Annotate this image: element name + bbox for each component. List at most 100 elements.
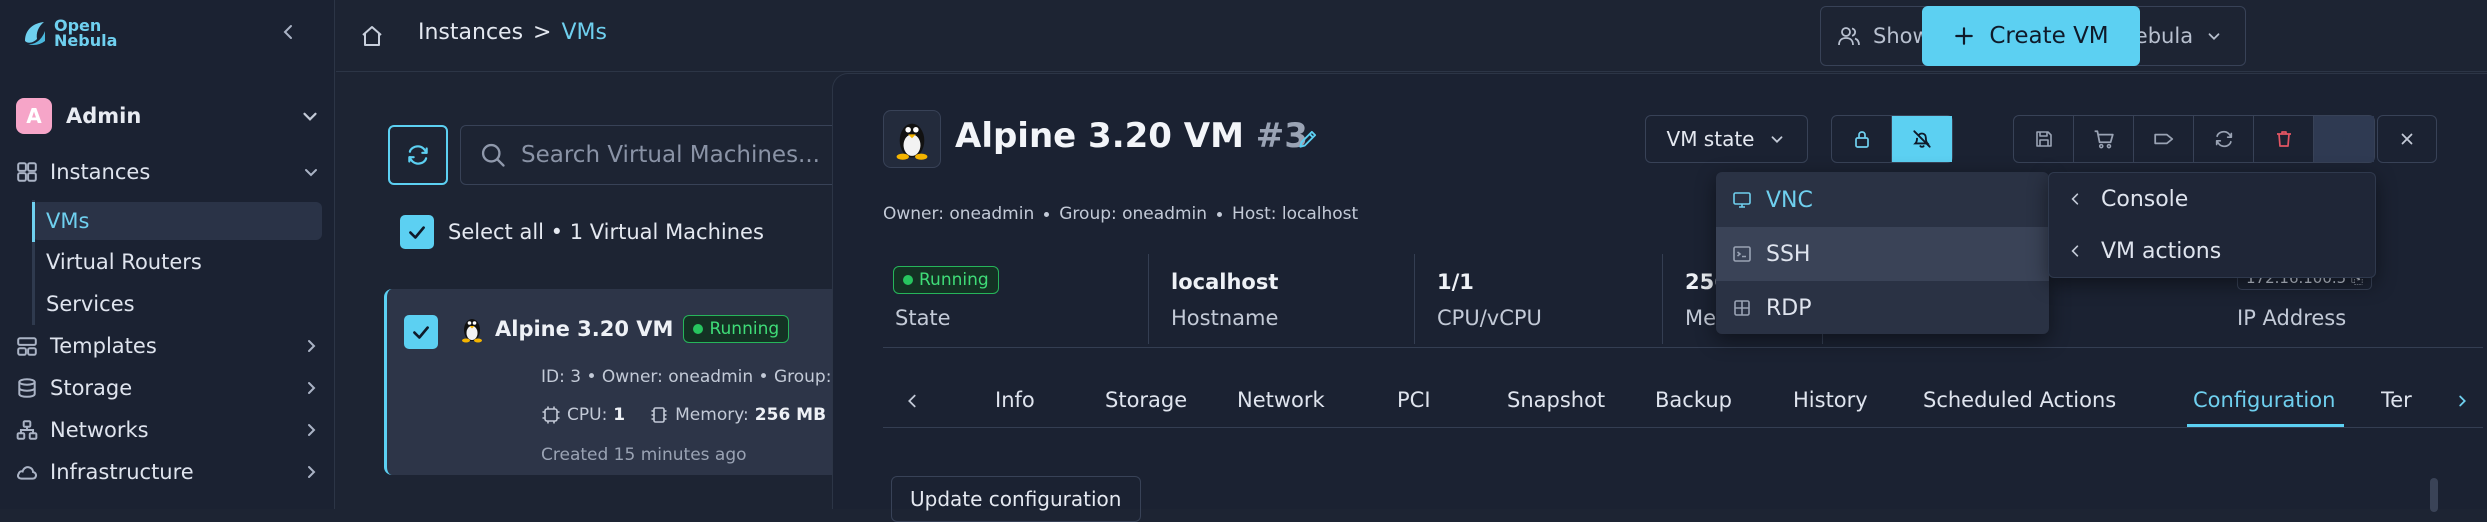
- grid-icon: [17, 162, 37, 182]
- vm-title: Alpine 3.20 VM #3: [955, 116, 1308, 156]
- scrollbar[interactable]: [2430, 478, 2438, 512]
- status-badge: Running: [683, 315, 790, 343]
- chevron-left-icon: [2071, 245, 2079, 257]
- tabs-scroll-right[interactable]: [2453, 392, 2471, 410]
- save-icon: [2035, 131, 2052, 147]
- tab-snapshot[interactable]: Snapshot: [1507, 388, 1605, 412]
- bell-off-icon: [1913, 130, 1931, 148]
- sidebar-item-infrastructure[interactable]: Infrastructure: [16, 453, 321, 491]
- vm-card-name: Alpine 3.20 VM: [495, 317, 674, 341]
- tab-info[interactable]: Info: [995, 388, 1035, 412]
- network-icon: [16, 420, 38, 440]
- sidebar-item-vms[interactable]: VMs: [32, 202, 322, 240]
- tab-template[interactable]: Ter: [2381, 388, 2425, 412]
- breadcrumb-instances[interactable]: Instances: [418, 20, 523, 45]
- user-menu[interactable]: A Admin: [16, 96, 321, 136]
- vm-card[interactable]: Alpine 3.20 VM Running ID: 3 • Owner: on…: [384, 289, 922, 475]
- save-button[interactable]: [2014, 116, 2074, 162]
- tab-storage[interactable]: Storage: [1105, 388, 1187, 412]
- chevron-right-icon: [308, 382, 316, 394]
- select-all-checkbox[interactable]: [400, 215, 434, 249]
- more-actions-button[interactable]: [2314, 116, 2374, 162]
- sidebar-item-storage[interactable]: Storage: [16, 369, 321, 407]
- state-label: State: [895, 306, 951, 330]
- info-cpu: 1/1 CPU/vCPU: [1415, 254, 1663, 344]
- tab-network[interactable]: Network: [1237, 388, 1325, 412]
- owner-text: Owner: oneadmin: [883, 204, 1035, 224]
- menu-item-console[interactable]: Console: [2049, 173, 2375, 225]
- group-text: Group: oneadmin: [1059, 204, 1208, 224]
- opennebula-logo-icon: [25, 22, 45, 45]
- sidebar: Open Nebula A Admin Instances VMs Virtua…: [0, 0, 335, 509]
- reload-button[interactable]: [2194, 116, 2254, 162]
- select-all-label: Select all • 1 Virtual Machines: [448, 220, 764, 244]
- tab-backup[interactable]: Backup: [1655, 388, 1732, 412]
- sidebar-item-services[interactable]: Services: [32, 285, 322, 323]
- update-configuration-button[interactable]: Update configuration: [891, 476, 1141, 522]
- menu-item-vm-actions[interactable]: VM actions: [2049, 225, 2375, 277]
- sidebar-item-templates[interactable]: Templates: [16, 327, 321, 365]
- label-button[interactable]: [2134, 116, 2194, 162]
- logo-line-2: Nebula: [54, 31, 118, 50]
- select-all[interactable]: Select all • 1 Virtual Machines: [400, 215, 764, 249]
- delete-button[interactable]: [2254, 116, 2314, 162]
- status-text: Running: [709, 319, 780, 339]
- windows-icon: [1734, 300, 1750, 316]
- chevron-left-icon: [283, 25, 292, 39]
- rename-button[interactable]: [1297, 128, 1319, 150]
- terminal-icon: [1733, 246, 1751, 262]
- menu-item-rdp[interactable]: RDP: [1716, 281, 2049, 335]
- vm-detail-panel: Alpine 3.20 VM #3 VM state Owner: oneadm…: [832, 73, 2487, 522]
- opennebula-logo[interactable]: Open Nebula: [22, 18, 118, 50]
- tag-icon: [2153, 133, 2173, 145]
- tab-pci[interactable]: PCI: [1397, 388, 1431, 412]
- sidebar-item-instances[interactable]: Instances: [16, 153, 321, 191]
- create-vm-label: Create VM: [1989, 23, 2109, 49]
- chevron-left-icon: [2071, 193, 2079, 205]
- actions-toolbar: [2013, 115, 2375, 163]
- menu-item-label: VNC: [1766, 187, 1813, 213]
- more-vertical-icon: [2342, 131, 2346, 147]
- vm-state-dropdown[interactable]: VM state: [1645, 115, 1808, 163]
- refresh-button[interactable]: [388, 125, 448, 185]
- close-button[interactable]: [2377, 115, 2437, 163]
- menu-item-vnc[interactable]: VNC: [1716, 173, 2049, 227]
- marketplace-button[interactable]: [2074, 116, 2134, 162]
- chevron-right-icon: [308, 466, 316, 478]
- state-badge: Running: [893, 266, 999, 294]
- monitor-icon: [1733, 192, 1751, 208]
- create-vm-button[interactable]: Create VM: [1922, 6, 2140, 66]
- menu-item-ssh[interactable]: SSH: [1716, 227, 2049, 281]
- tab-scheduled-actions[interactable]: Scheduled Actions: [1923, 388, 2116, 412]
- divider: [883, 347, 2483, 348]
- users-icon: [1838, 27, 1860, 46]
- chevron-right-icon: [2459, 395, 2466, 407]
- lock-icon: [1854, 131, 1869, 148]
- menu-item-label: SSH: [1766, 241, 1811, 267]
- lock-button[interactable]: [1832, 116, 1892, 162]
- sidebar-item-label: Storage: [50, 376, 133, 400]
- vm-card-checkbox[interactable]: [404, 315, 438, 349]
- home-icon: [362, 26, 382, 46]
- home-button[interactable]: [360, 24, 384, 48]
- chevron-down-icon: [1772, 136, 1783, 143]
- pencil-icon: [1299, 130, 1317, 148]
- sidebar-item-virtual-routers[interactable]: Virtual Routers: [32, 243, 322, 281]
- sidebar-item-networks[interactable]: Networks: [16, 411, 321, 449]
- top-bar: Instances > VMs Show all OpenNebula Crea…: [336, 0, 2487, 72]
- tab-history[interactable]: History: [1793, 388, 1868, 412]
- trash-icon: [2276, 131, 2291, 147]
- search-input[interactable]: [521, 142, 851, 168]
- breadcrumb-separator: >: [533, 20, 552, 45]
- tabs-scroll-left[interactable]: [903, 392, 921, 410]
- collapse-sidebar-button[interactable]: [278, 22, 298, 42]
- memory-icon: [651, 407, 667, 423]
- user-name: Admin: [66, 104, 142, 128]
- tab-configuration[interactable]: Configuration: [2193, 388, 2335, 412]
- sidebar-item-label: Networks: [50, 418, 149, 442]
- sidebar-item-label: Templates: [50, 334, 157, 358]
- notifications-off-button[interactable]: [1892, 116, 1952, 162]
- menu-item-label: VM actions: [2101, 238, 2222, 264]
- hostname-label: Hostname: [1171, 306, 1279, 330]
- breadcrumb-vms: VMs: [561, 20, 607, 45]
